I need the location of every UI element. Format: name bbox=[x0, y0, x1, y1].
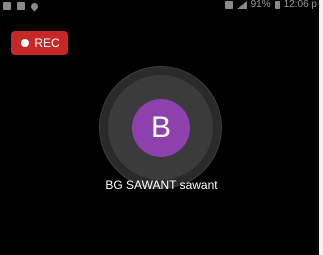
image-icon bbox=[17, 2, 25, 10]
notification-icon bbox=[3, 2, 11, 10]
status-bar-left bbox=[3, 0, 40, 12]
record-button-label: REC bbox=[34, 36, 60, 50]
record-button[interactable]: REC bbox=[11, 31, 68, 55]
screen-edge bbox=[319, 0, 323, 255]
status-bar-right: 91% 12:06 p bbox=[224, 0, 317, 11]
wifi-icon bbox=[224, 1, 233, 9]
location-icon bbox=[29, 1, 40, 11]
signal-icon bbox=[236, 1, 247, 9]
clock: 12:06 p bbox=[283, 0, 317, 10]
avatar: B bbox=[132, 99, 190, 157]
record-dot-icon bbox=[21, 39, 30, 47]
battery-icon bbox=[274, 1, 280, 9]
participant-name: BG SAWANT sawant bbox=[105, 178, 218, 192]
avatar-initial: B bbox=[150, 111, 171, 144]
call-screen: 91% 12:06 p REC B BG SAWANT sawant bbox=[0, 0, 323, 255]
battery-percent: 91% bbox=[250, 0, 271, 10]
status-bar: 91% 12:06 p bbox=[0, 0, 323, 14]
